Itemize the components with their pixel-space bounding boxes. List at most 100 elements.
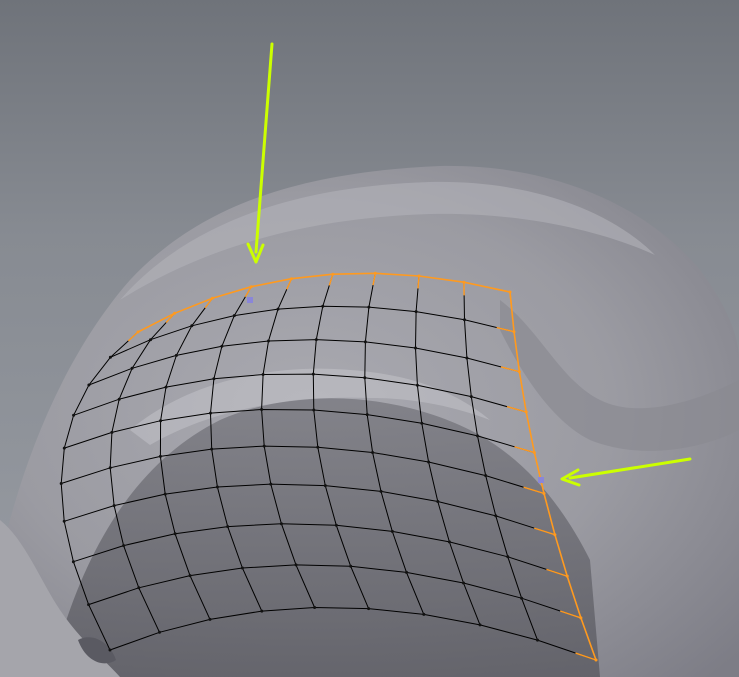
grid-vertex[interactable] [137, 586, 141, 590]
grid-vertex[interactable] [508, 290, 512, 294]
grid-vertex[interactable] [313, 606, 317, 609]
grid-vertex[interactable] [173, 532, 177, 536]
grid-vertex[interactable] [210, 296, 214, 300]
grid-vertex[interactable] [462, 581, 465, 585]
grid-vertex[interactable] [420, 421, 424, 425]
grid-vertex[interactable] [164, 385, 168, 389]
grid-vertex[interactable] [579, 616, 583, 620]
grid-vertex[interactable] [314, 338, 318, 342]
grid-vertex[interactable] [478, 623, 482, 627]
grid-vertex[interactable] [108, 355, 112, 359]
grid-vertex[interactable] [209, 411, 212, 415]
grid-vertex[interactable] [232, 314, 236, 318]
grid-vertex[interactable] [112, 504, 116, 508]
grid-vertex[interactable] [215, 485, 219, 489]
grid-vertex[interactable] [371, 451, 375, 454]
3d-viewport[interactable] [0, 0, 739, 677]
grid-vertex[interactable] [494, 514, 498, 518]
grid-vertex[interactable] [276, 307, 280, 311]
grid-vertex[interactable] [363, 340, 367, 344]
grid-vertex[interactable] [465, 356, 469, 360]
grid-vertex[interactable] [59, 482, 63, 485]
grid-vertex[interactable] [334, 523, 338, 527]
grid-vertex[interactable] [512, 330, 516, 334]
grid-vertex[interactable] [469, 395, 473, 399]
grid-vertex[interactable] [188, 574, 192, 578]
grid-vertex[interactable] [415, 383, 419, 387]
grid-vertex[interactable] [226, 525, 230, 529]
head-mesh[interactable] [0, 165, 739, 677]
grid-vertex[interactable] [331, 272, 335, 276]
grid-vertex[interactable] [260, 408, 264, 411]
grid-vertex[interactable] [553, 533, 557, 537]
grid-vertex[interactable] [210, 447, 214, 451]
grid-vertex[interactable] [208, 617, 212, 621]
grid-vertex[interactable] [117, 397, 121, 401]
grid-vertex[interactable] [390, 529, 394, 533]
grid-vertex[interactable] [267, 339, 270, 343]
grid-vertex[interactable] [311, 372, 315, 376]
grid-vertex[interactable] [62, 519, 66, 523]
grid-vertex[interactable] [173, 311, 177, 315]
grid-vertex[interactable] [62, 446, 66, 450]
grid-vertex[interactable] [349, 564, 353, 568]
grid-vertex[interactable] [220, 344, 224, 348]
grid-vertex[interactable] [414, 346, 417, 350]
grid-vertex[interactable] [414, 310, 418, 314]
grid-vertex[interactable] [72, 413, 76, 417]
grid-vertex[interactable] [517, 370, 521, 374]
grid-vertex[interactable] [260, 609, 264, 613]
grid-vertex[interactable] [262, 444, 266, 448]
grid-vertex[interactable] [240, 566, 244, 570]
grid-vertex[interactable] [130, 366, 134, 370]
grid-vertex[interactable] [484, 474, 488, 478]
grid-vertex[interactable] [520, 596, 524, 600]
grid-vertex[interactable] [108, 466, 112, 470]
grid-vertex[interactable] [71, 560, 75, 564]
grid-vertex[interactable] [249, 285, 253, 289]
grid-vertex[interactable] [365, 413, 369, 417]
grid-vertex[interactable] [149, 338, 152, 342]
grid-vertex[interactable] [279, 522, 283, 526]
grid-vertex[interactable] [536, 638, 539, 642]
grid-vertex[interactable] [122, 544, 126, 548]
grid-vertex[interactable] [367, 607, 371, 611]
vertex-marker-right[interactable] [538, 477, 544, 483]
grid-vertex[interactable] [212, 377, 216, 381]
grid-vertex[interactable] [476, 434, 479, 438]
grid-vertex[interactable] [261, 373, 265, 376]
grid-vertex[interactable] [158, 630, 161, 634]
grid-vertex[interactable] [373, 271, 377, 275]
grid-vertex[interactable] [532, 451, 536, 455]
grid-vertex[interactable] [447, 540, 451, 544]
grid-vertex[interactable] [159, 419, 163, 423]
grid-vertex[interactable] [506, 555, 510, 559]
grid-vertex[interactable] [290, 277, 293, 281]
grid-vertex[interactable] [462, 280, 466, 284]
grid-vertex[interactable] [158, 454, 162, 458]
grid-vertex[interactable] [312, 408, 316, 412]
grid-vertex[interactable] [136, 330, 140, 334]
grid-vertex[interactable] [524, 410, 528, 414]
grid-vertex[interactable] [174, 353, 178, 357]
grid-vertex[interactable] [110, 430, 114, 434]
grid-vertex[interactable] [269, 482, 273, 486]
grid-vertex[interactable] [436, 500, 440, 503]
grid-vertex[interactable] [417, 274, 421, 278]
grid-vertex[interactable] [363, 376, 367, 380]
grid-vertex[interactable] [87, 383, 91, 387]
grid-vertex[interactable] [190, 324, 194, 328]
grid-vertex[interactable] [87, 603, 91, 607]
grid-vertex[interactable] [316, 445, 320, 449]
grid-vertex[interactable] [323, 484, 327, 488]
grid-vertex[interactable] [422, 612, 426, 616]
grid-vertex[interactable] [463, 318, 466, 322]
grid-vertex[interactable] [294, 563, 298, 567]
grid-vertex[interactable] [427, 460, 431, 464]
grid-vertex[interactable] [321, 304, 325, 308]
vertex-marker-top[interactable] [247, 297, 253, 303]
grid-vertex[interactable] [379, 489, 383, 493]
grid-vertex[interactable] [594, 658, 598, 662]
grid-vertex[interactable] [405, 570, 408, 574]
grid-vertex[interactable] [367, 305, 371, 309]
